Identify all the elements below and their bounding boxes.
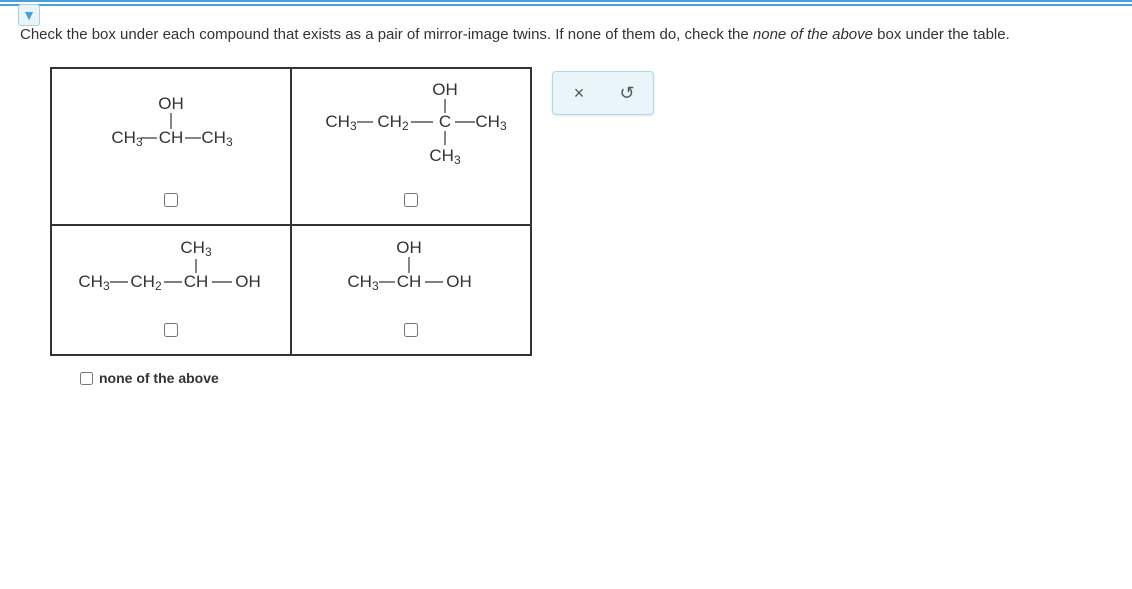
instruction-text: Check the box under each compound that e… — [20, 26, 1112, 43]
svg-text:OH: OH — [235, 272, 261, 291]
svg-text:OH: OH — [396, 239, 422, 257]
compound-cell-3: CH3 CH3 CH2 CH OH — [51, 225, 291, 355]
compound-cell-4: OH CH3 CH OH — [291, 225, 531, 355]
chevron-down-icon: ▼ — [22, 8, 36, 22]
svg-text:CH3: CH3 — [347, 272, 379, 293]
compound-cell-2: OH CH3 CH2 C CH3 CH3 — [291, 68, 531, 225]
none-of-above-checkbox[interactable] — [80, 372, 93, 385]
svg-text:C: C — [439, 112, 451, 131]
svg-text:CH: CH — [397, 272, 422, 291]
control-panel: × ↺ — [552, 71, 654, 115]
svg-text:CH3: CH3 — [201, 128, 233, 149]
svg-text:CH3: CH3 — [111, 128, 143, 149]
svg-text:CH3: CH3 — [78, 272, 110, 293]
svg-text:CH3: CH3 — [429, 146, 461, 167]
compound-cell-1: OH CH3 CH CH3 — [51, 68, 291, 225]
svg-text:OH: OH — [158, 94, 184, 113]
compound-grid: OH CH3 CH CH3 — [50, 67, 532, 356]
svg-text:OH: OH — [446, 272, 472, 291]
none-of-above-row: none of the above — [80, 370, 532, 386]
compound-3-svg: CH3 CH3 CH2 CH OH — [66, 239, 276, 305]
svg-text:CH3: CH3 — [475, 112, 507, 133]
compound-2-svg: OH CH3 CH2 C CH3 CH3 — [311, 81, 511, 175]
close-button[interactable]: × — [555, 74, 603, 112]
reset-icon: ↺ — [619, 83, 634, 104]
reset-button[interactable]: ↺ — [603, 74, 651, 112]
svg-text:CH: CH — [159, 128, 184, 147]
svg-text:CH3: CH3 — [180, 239, 212, 259]
structure-4: OH CH3 CH OH — [331, 238, 491, 305]
compound-1-svg: OH CH3 CH CH3 — [101, 93, 241, 163]
none-of-above-label: none of the above — [99, 370, 219, 386]
svg-text:CH3: CH3 — [325, 112, 357, 133]
compound-4-checkbox[interactable] — [404, 323, 418, 337]
compound-4-svg: OH CH3 CH OH — [331, 239, 491, 305]
structure-1: OH CH3 CH CH3 — [101, 81, 241, 175]
collapse-button[interactable]: ▼ — [18, 4, 40, 26]
structure-2: OH CH3 CH2 C CH3 CH3 — [311, 81, 511, 175]
compound-2-checkbox[interactable] — [404, 193, 418, 207]
structure-3: CH3 CH3 CH2 CH OH — [66, 238, 276, 305]
svg-text:CH: CH — [184, 272, 209, 291]
compound-1-checkbox[interactable] — [164, 193, 178, 207]
svg-text:OH: OH — [432, 81, 458, 99]
svg-text:CH2: CH2 — [130, 272, 162, 293]
svg-text:CH2: CH2 — [377, 112, 409, 133]
close-icon: × — [574, 83, 585, 104]
compound-3-checkbox[interactable] — [164, 323, 178, 337]
